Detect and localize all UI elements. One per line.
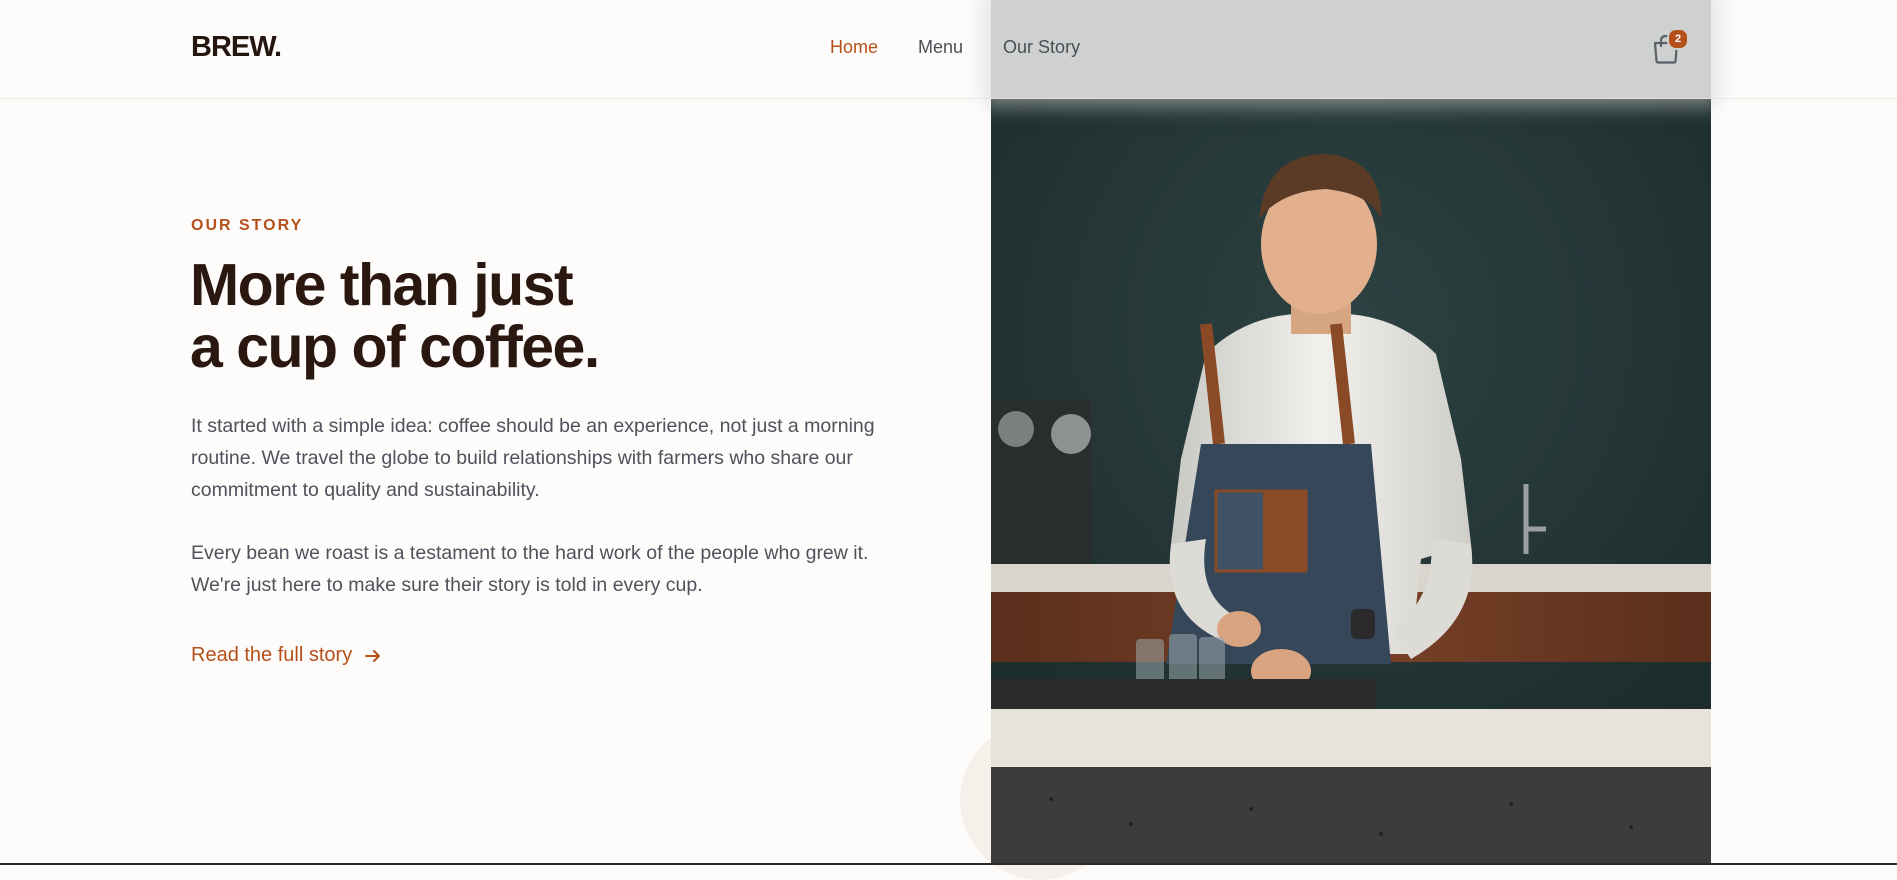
headline-line-1: More than just xyxy=(190,252,574,318)
site-header: BREW. Home Menu Our Story 2 xyxy=(0,0,1897,99)
headline-line-2: a cup of coffee. xyxy=(190,314,600,380)
story-paragraph-2: Every bean we roast is a testament to th… xyxy=(191,542,869,596)
nav-link-our-story[interactable]: Our Story xyxy=(1003,37,1080,58)
cta-label: Read the full story xyxy=(191,644,353,666)
barista-photo xyxy=(991,99,1711,865)
story-paragraph-1: It started with a simple idea: coffee sh… xyxy=(191,415,875,501)
nav-link-menu[interactable]: Menu xyxy=(918,37,963,58)
brand-logo[interactable]: BREW. xyxy=(191,31,282,64)
cart-button[interactable]: 2 xyxy=(1652,28,1689,64)
header-image-overlay xyxy=(991,0,1711,98)
story-headline: More than just a cup of coffee. xyxy=(190,252,600,380)
read-full-story-link[interactable]: Read the full story xyxy=(191,644,382,667)
section-eyebrow: OUR STORY xyxy=(191,217,304,234)
cart-count-badge: 2 xyxy=(1667,28,1689,50)
nav-link-home[interactable]: Home xyxy=(830,37,878,58)
main-nav: Home Menu Our Story xyxy=(830,37,1080,58)
arrow-right-icon xyxy=(365,649,381,662)
